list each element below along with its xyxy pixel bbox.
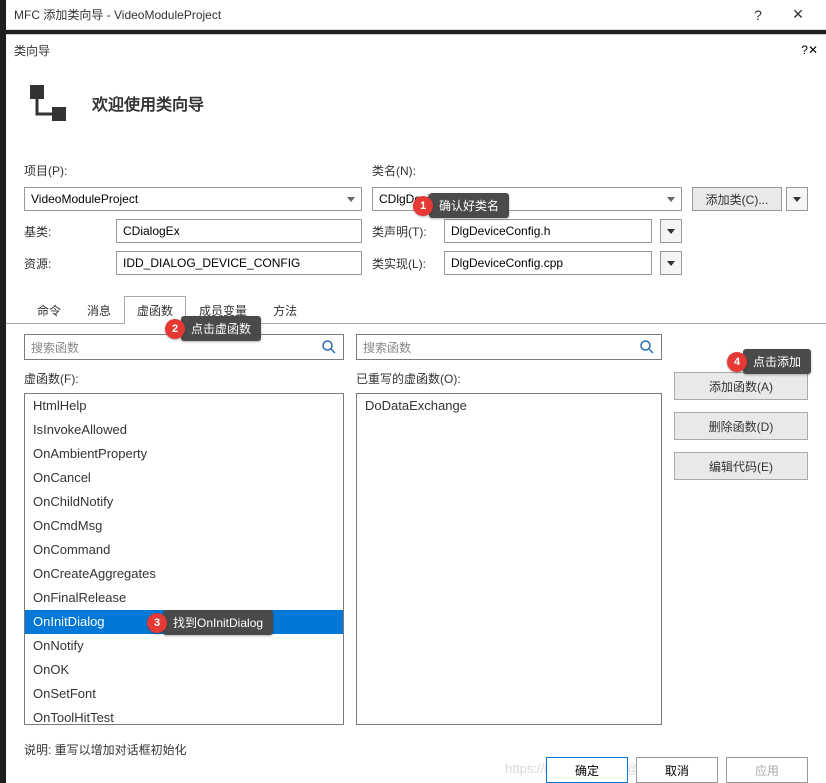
search-icon: [639, 339, 655, 355]
callout-3: 3 找到OnInitDialog: [147, 610, 273, 635]
class-label: 类名(N):: [372, 162, 436, 179]
close-icon[interactable]: ✕: [778, 1, 818, 29]
decl-field: DlgDeviceConfig.h: [444, 219, 652, 243]
header-title: 欢迎使用类向导: [92, 91, 204, 115]
header-section: 欢迎使用类向导: [6, 65, 826, 150]
overridden-listbox[interactable]: DoDataExchange: [356, 393, 662, 725]
callout-1: 1 确认好类名: [413, 193, 509, 218]
impl-label: 类实现(L):: [372, 255, 436, 272]
search-input-right[interactable]: 搜索函数: [356, 334, 662, 360]
edit-code-button[interactable]: 编辑代码(E): [674, 452, 808, 480]
list-item[interactable]: DoDataExchange: [357, 394, 661, 418]
outer-titlebar: MFC 添加类向导 - VideoModuleProject ? ✕: [6, 0, 826, 30]
add-class-button[interactable]: 添加类(C)...: [692, 187, 782, 211]
tab-methods[interactable]: 方法: [260, 296, 310, 324]
project-value: VideoModuleProject: [31, 192, 138, 206]
callout-4: 4 点击添加: [727, 349, 811, 374]
wizard-icon: [24, 79, 72, 127]
list-item[interactable]: OnFinalRelease: [25, 586, 343, 610]
ok-button[interactable]: 确定: [546, 757, 628, 783]
base-label: 基类:: [24, 223, 108, 240]
form-section: 项目(P): 类名(N): VideoModuleProject CDlgDev…: [6, 150, 826, 287]
decl-dropdown-icon[interactable]: [660, 219, 682, 243]
list-item[interactable]: OnOK: [25, 658, 343, 682]
list-item[interactable]: OnSetFont: [25, 682, 343, 706]
list-item[interactable]: OnCreateAggregates: [25, 562, 343, 586]
help-icon[interactable]: ?: [801, 43, 808, 57]
list-item[interactable]: OnCommand: [25, 538, 343, 562]
cancel-button[interactable]: 取消: [636, 757, 718, 783]
overridden-list-label: 已重写的虚函数(O):: [356, 370, 662, 387]
search-icon: [321, 339, 337, 355]
inner-titlebar: 类向导 ? ✕: [6, 35, 826, 65]
footer: 确定 取消 应用: [6, 749, 826, 783]
list-item[interactable]: IsInvokeAllowed: [25, 418, 343, 442]
res-label: 资源:: [24, 255, 108, 272]
list-item[interactable]: OnAmbientProperty: [25, 442, 343, 466]
tab-commands[interactable]: 命令: [24, 296, 74, 324]
list-item[interactable]: OnCmdMsg: [25, 514, 343, 538]
tab-messages[interactable]: 消息: [74, 296, 124, 324]
callout-2: 2 点击虚函数: [165, 316, 261, 341]
apply-button[interactable]: 应用: [726, 757, 808, 783]
list-item[interactable]: OnCancel: [25, 466, 343, 490]
outer-title: MFC 添加类向导 - VideoModuleProject: [14, 6, 738, 23]
list-item[interactable]: OnNotify: [25, 634, 343, 658]
impl-field: DlgDeviceConfig.cpp: [444, 251, 652, 275]
decl-label: 类声明(T):: [372, 223, 436, 240]
list-item[interactable]: HtmlHelp: [25, 394, 343, 418]
add-class-dropdown-icon[interactable]: [786, 187, 808, 211]
inner-title: 类向导: [14, 42, 801, 59]
impl-dropdown-icon[interactable]: [660, 251, 682, 275]
list-item[interactable]: OnToolHitTest: [25, 706, 343, 725]
project-dropdown[interactable]: VideoModuleProject: [24, 187, 362, 211]
list-item[interactable]: OnChildNotify: [25, 490, 343, 514]
add-function-button[interactable]: 添加函数(A): [674, 372, 808, 400]
help-icon[interactable]: ?: [738, 1, 778, 29]
vfunc-list-label: 虚函数(F):: [24, 370, 344, 387]
project-label: 项目(P):: [24, 162, 108, 179]
tab-bar: 命令 消息 虚函数 成员变量 方法: [6, 295, 826, 324]
res-field: IDD_DIALOG_DEVICE_CONFIG: [116, 251, 362, 275]
vfunc-listbox[interactable]: HtmlHelpIsInvokeAllowedOnAmbientProperty…: [24, 393, 344, 725]
delete-function-button[interactable]: 删除函数(D): [674, 412, 808, 440]
close-icon[interactable]: ✕: [808, 43, 818, 57]
wizard-dialog: 类向导 ? ✕ 欢迎使用类向导 项目(P): 类名(N):: [6, 34, 826, 783]
base-field: CDialogEx: [116, 219, 362, 243]
outer-window: MFC 添加类向导 - VideoModuleProject ? ✕: [6, 0, 826, 30]
content-area: 搜索函数 虚函数(F): HtmlHelpIsInvokeAllowedOnAm…: [6, 324, 826, 735]
